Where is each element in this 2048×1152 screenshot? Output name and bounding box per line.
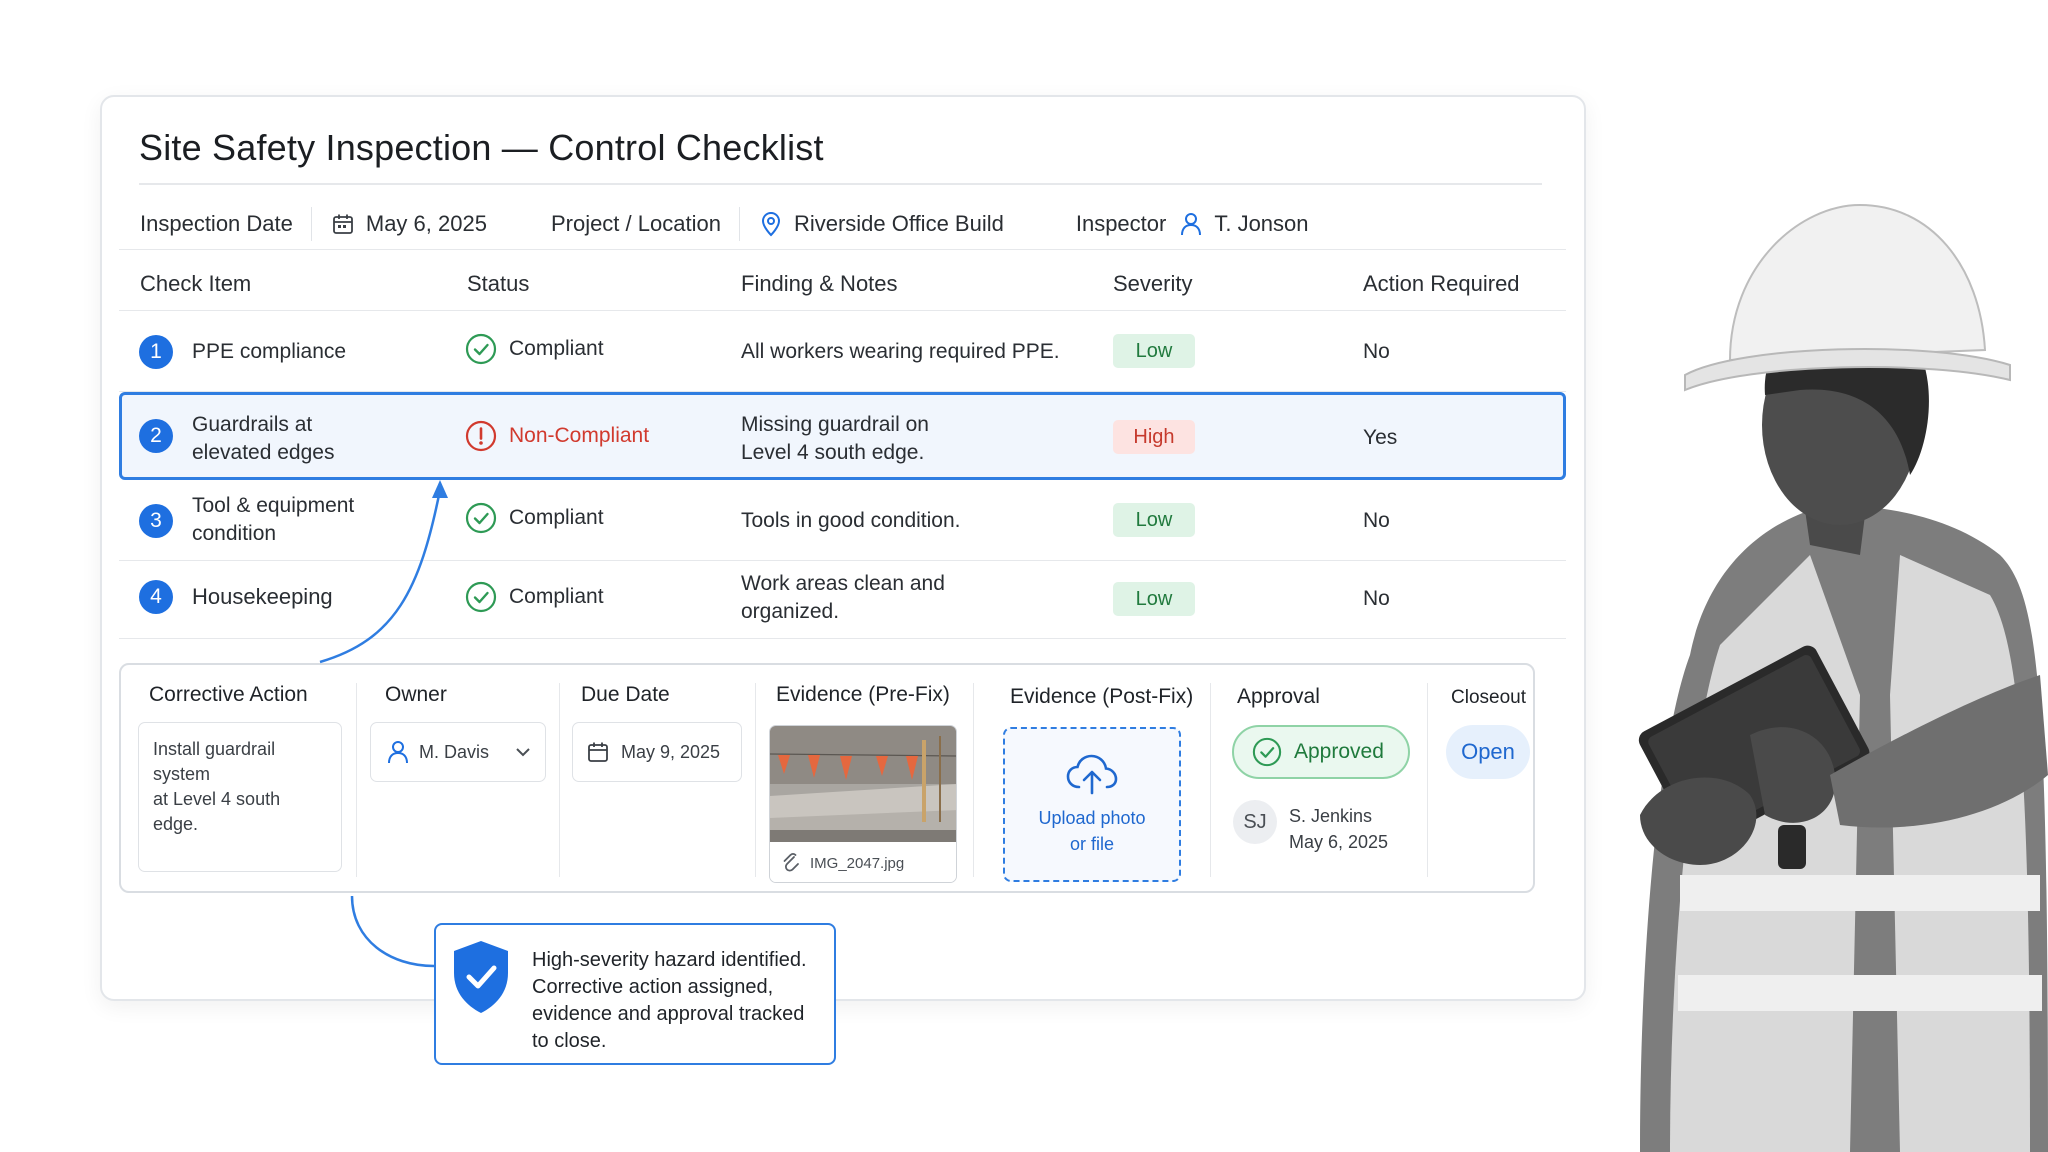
arrow-head [432, 480, 448, 498]
callout-line: High-severity hazard identified. [532, 949, 807, 971]
shield-check-icon [454, 941, 508, 1013]
arrow-up-connector [319, 489, 442, 664]
callout-line: Corrective action assigned, [532, 976, 774, 998]
callout-text: High-severity hazard identified. Correct… [532, 947, 822, 1055]
worker-illustration [1638, 203, 2048, 1152]
callout-connector [350, 895, 435, 968]
stage: Site Safety Inspection — Control Checkli… [0, 0, 2048, 1152]
callout-line: evidence and approval tracked [532, 1003, 805, 1025]
callout-line: to close. [532, 1030, 607, 1052]
hazard-callout: High-severity hazard identified. Correct… [434, 923, 836, 1065]
